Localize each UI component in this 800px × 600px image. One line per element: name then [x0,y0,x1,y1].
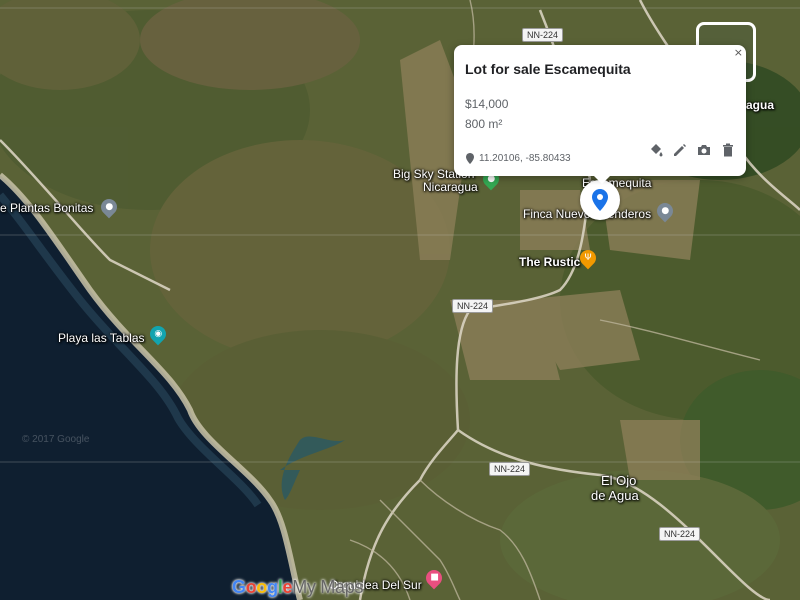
card-area: 800 m² [465,117,503,131]
place-info-card: × Lot for sale Escamequita $14,000 800 m… [454,45,746,184]
card-toolbar [648,142,736,158]
close-icon[interactable]: × [734,46,743,59]
trash-icon[interactable] [720,142,736,158]
place-label-ojo-1: El Ojo [601,473,637,488]
place-label-rustic: The Rustic [519,255,581,269]
place-label-plantas: e Plantas Bonitas [0,201,94,215]
google-my-maps-logo: GoogleMy Maps [232,577,364,597]
road-shield: NN-224 [489,462,531,476]
road-shield: NN-224 [452,299,494,313]
pencil-icon[interactable] [672,142,688,158]
place-marker-icon [592,189,608,211]
selected-place-marker[interactable] [580,180,620,220]
road-shield: NN-224 [522,28,564,42]
card-price: $14,000 [465,97,509,111]
camera-icon[interactable] [696,142,712,158]
place-label-ojo-2: de Agua [591,488,639,503]
coordinates-text: 11.20106, -85.80433 [479,153,571,164]
road-shield: NN-224 [659,527,701,541]
place-label-agua: agua [746,98,775,112]
map-watermark: © 2017 Google [22,434,90,445]
fill-bucket-icon[interactable] [648,142,664,158]
card-title: Lot for sale Escamequita [465,61,631,77]
place-label-playa: Playa las Tablas [58,331,145,345]
place-label-nicaragua: Nicaragua [423,180,478,194]
card-coordinates: 11.20106, -85.80433 [466,153,571,164]
pin-icon [466,153,474,164]
